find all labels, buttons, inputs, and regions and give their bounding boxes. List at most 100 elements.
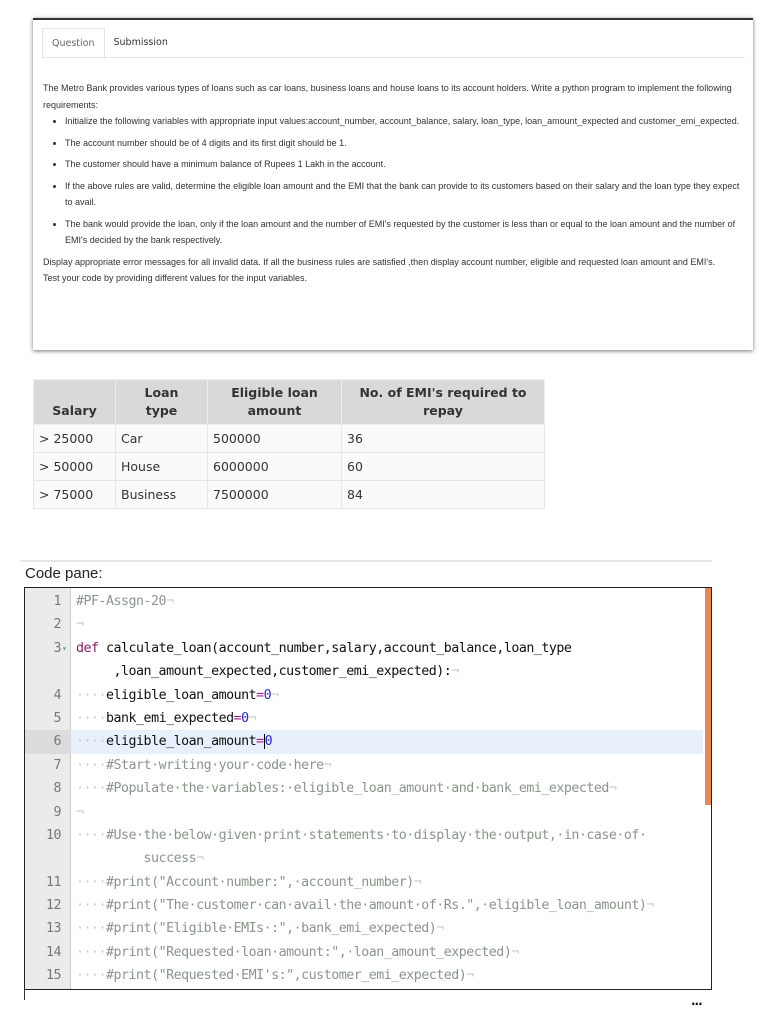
code-text: ····#Populate·the·variables:·eligible_lo…: [76, 777, 617, 800]
code-line[interactable]: 13 ····#print("Eligible·EMIs·:",·bank_emi…: [25, 917, 703, 940]
code-token: ····: [76, 734, 107, 750]
code-token: 0: [263, 734, 273, 750]
code-text: ····#print("Eligible·EMIs·:",·bank_emi_e…: [76, 917, 444, 940]
code-token: 0: [241, 710, 249, 726]
line-number: 5: [53, 710, 61, 726]
code-line[interactable]: 14 ····#print("Requested·loan·amount:",·l…: [25, 941, 703, 964]
code-token: ¬: [413, 874, 422, 890]
line-number: 14: [45, 944, 62, 960]
line-number: 10: [45, 827, 62, 843]
code-token: def: [76, 640, 99, 656]
code-text: ····eligible_loan_amount=0¬: [76, 684, 279, 707]
code-token: =: [256, 734, 264, 750]
code-token: ¬: [466, 968, 474, 984]
table-cell: > 50000: [33, 452, 116, 481]
code-token: ,loan_amount_expected,customer_emi_expec…: [76, 664, 452, 680]
table-row: > 25000 Car 500000 36: [33, 424, 545, 453]
code-line[interactable]: 15 ····#print("Requested·EMI's:",customer…: [25, 964, 703, 987]
code-line[interactable]: 6 ····eligible_loan_amount=0: [25, 730, 703, 754]
code-line[interactable]: 12 ····#print("The·customer·can·avail·the…: [25, 894, 703, 917]
code-text: ¬: [76, 613, 84, 636]
table-cell: 84: [341, 480, 545, 509]
requirements-list: Initialize the following variables with …: [65, 113, 745, 249]
code-lines[interactable]: 1 #PF-Assgn-20¬ 2 ¬ 3 ▾ def calculate_loan(acc…: [25, 590, 703, 988]
table-cell: 36: [341, 424, 545, 453]
code-token: ····: [76, 968, 107, 984]
code-token: #print("The·customer·can·avail·the·amoun…: [106, 898, 647, 914]
code-text: ····#Use·the·below·given·print·statement…: [76, 824, 647, 847]
code-text: ,loan_amount_expected,customer_emi_expec…: [76, 660, 460, 683]
requirement-item: If the above rules are valid, determine …: [65, 178, 745, 211]
code-text: ····#print("The·customer·can·avail·the·a…: [76, 894, 654, 917]
code-token: ····: [76, 757, 107, 773]
question-card: Question Submission The Metro Bank provi…: [33, 18, 753, 350]
code-line[interactable]: 7 ····#Start·writing·your·code·here¬: [25, 754, 703, 777]
code-token: ¬: [248, 710, 257, 726]
code-text: def calculate_loan(account_number,salary…: [76, 637, 572, 660]
line-number: 1: [53, 594, 61, 609]
code-token: ¬: [196, 851, 204, 867]
line-number: 2: [53, 617, 61, 633]
question-text: The Metro Bank provides various types of…: [43, 80, 745, 287]
code-token: ¬: [436, 921, 444, 937]
more-options-button[interactable]: ...: [691, 994, 703, 1008]
code-line[interactable]: 9 ¬: [25, 801, 703, 824]
code-line[interactable]: 8 ····#Populate·the·variables:·eligible_l…: [25, 777, 703, 800]
code-line[interactable]: 3 ▾ def calculate_loan(account_number,sala…: [25, 637, 703, 660]
code-token: ····: [76, 944, 107, 960]
code-token: =: [233, 710, 242, 726]
code-token: #print("Requested·loan·amount:",·loan_am…: [106, 944, 512, 960]
code-text: ····#print("Requested·loan·amount:",·loa…: [76, 941, 519, 964]
code-token: #print("Requested·EMI's:",customer_emi_e…: [106, 968, 467, 984]
code-token: #Start·writing·your·code·here: [106, 757, 324, 773]
code-token: ¬: [511, 944, 519, 960]
table-header-row: Salary Loan type Eligible loan amount No…: [33, 379, 545, 425]
code-token: ····: [76, 687, 107, 703]
question-intro: The Metro Bank provides various types of…: [43, 83, 732, 110]
loan-table: Salary Loan type Eligible loan amount No…: [33, 379, 545, 509]
code-line[interactable]: 10 ····#Use·the·below·given·print·stateme…: [25, 824, 703, 847]
code-line[interactable]: 11 ····#print("Account·number:",·account_…: [25, 871, 703, 894]
code-token: ¬: [323, 757, 332, 773]
code-token: eligible_loan_amount: [106, 687, 257, 703]
code-token: #Use·the·below·given·print·statements·to…: [106, 827, 647, 843]
code-token: bank_emi_expected: [106, 710, 234, 726]
code-line[interactable]: 5 ····bank_emi_expected=0¬: [25, 707, 703, 730]
line-number: 8: [53, 781, 61, 797]
code-pane-label: Code pane:: [25, 565, 103, 582]
line-number: 7: [53, 757, 61, 773]
code-token: #Populate·the·variables:·eligible_loan_a…: [106, 781, 609, 797]
code-text: ····bank_emi_expected=0¬: [76, 707, 257, 730]
code-token: =: [256, 687, 264, 703]
code-line[interactable]: 4 ····eligible_loan_amount=0¬: [25, 684, 703, 707]
requirement-item: The bank would provide the loan, only if…: [65, 216, 745, 249]
tab-question[interactable]: Question: [42, 28, 105, 59]
code-token: ¬: [608, 781, 617, 797]
code-line[interactable]: success¬: [25, 847, 703, 870]
requirement-item: The account number should be of 4 digits…: [65, 135, 745, 152]
question-outro: Display appropriate error messages for a…: [43, 256, 716, 267]
code-token: #print("Account·number:",·account_number…: [106, 874, 414, 890]
code-token: ····: [76, 874, 107, 890]
editor-scrollbar[interactable]: [705, 588, 711, 805]
code-line[interactable]: ,loan_amount_expected,customer_emi_expec…: [25, 660, 703, 683]
code-line[interactable]: 1 #PF-Assgn-20¬: [25, 590, 703, 613]
line-number: 4: [53, 687, 61, 703]
fold-toggle-icon[interactable]: ▾: [62, 637, 67, 660]
code-token: success: [76, 851, 197, 867]
code-editor[interactable]: 1 #PF-Assgn-20¬ 2 ¬ 3 ▾ def calculate_loan(acc…: [24, 587, 712, 990]
table-cell: 500000: [207, 424, 342, 453]
header-salary: Salary: [33, 379, 116, 425]
code-token: ····: [76, 898, 107, 914]
code-text: ····#print("Requested·EMI's:",customer_e…: [76, 964, 474, 987]
code-token: #print("Eligible·EMIs·:",·bank_emi_expec…: [106, 921, 437, 937]
table-row: > 50000 House 6000000 60: [33, 452, 545, 481]
code-line[interactable]: 2 ¬: [25, 613, 703, 636]
tab-submission[interactable]: Submission: [105, 28, 177, 57]
line-number: 11: [45, 874, 62, 890]
table-cell: Car: [115, 424, 208, 453]
code-token: calculate_loan(account_number,salary,acc…: [98, 640, 572, 656]
code-text: #PF-Assgn-20¬: [76, 590, 174, 613]
resize-mark: [24, 990, 25, 1000]
code-text: ····#Start·writing·your·code·here¬: [76, 754, 332, 777]
